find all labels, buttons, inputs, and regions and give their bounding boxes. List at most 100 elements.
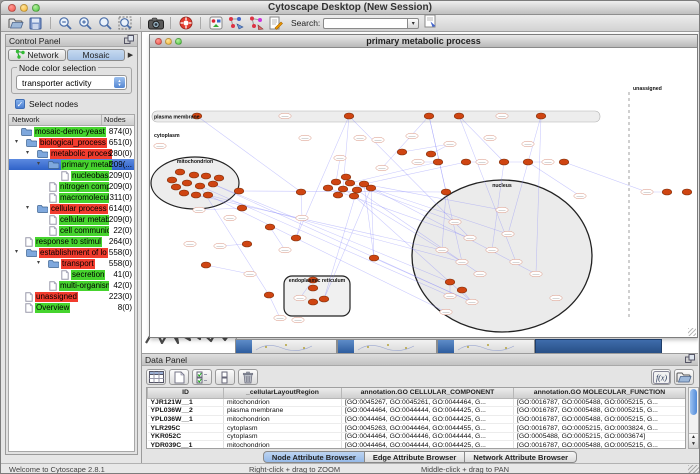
network-node[interactable]: [237, 205, 247, 211]
minimized-window[interactable]: [535, 339, 662, 353]
network-node[interactable]: [224, 215, 236, 221]
new-attribute-icon[interactable]: [169, 369, 189, 385]
network-node[interactable]: [344, 113, 354, 119]
node-color-dropdown[interactable]: transporter activity ▲▼: [16, 75, 127, 90]
destroy-view-icon[interactable]: [247, 16, 264, 31]
tab-node-attribute-browser[interactable]: Node Attribute Browser: [263, 451, 365, 463]
table-row[interactable]: YKR052Ccytoplasm[GO:0044464, GO:0044446,…: [148, 432, 686, 441]
zoom-in-icon[interactable]: [77, 16, 94, 31]
network-node[interactable]: [331, 179, 341, 185]
cell-id[interactable]: YJR121W__1: [148, 398, 224, 407]
attribute-checklist-icon[interactable]: [192, 369, 212, 385]
network-node[interactable]: [574, 193, 586, 199]
cell-value[interactable]: [GO:0045263, GO:0044464, GO:0044455, G..…: [342, 424, 514, 433]
cell-value[interactable]: cytoplasm: [224, 432, 342, 441]
function-builder-icon[interactable]: f(x): [651, 369, 671, 385]
import-attributes-icon[interactable]: [674, 369, 694, 385]
table-row[interactable]: YLR295Ccytoplasm[GO:0045263, GO:0044464,…: [148, 424, 686, 433]
cell-value[interactable]: mitochondrion: [224, 441, 342, 449]
tree-col-nodes[interactable]: Nodes: [102, 115, 134, 125]
network-node[interactable]: [412, 159, 424, 165]
column-header[interactable]: annotation.GO MOLECULAR_FUNCTION: [514, 388, 686, 398]
network-canvas[interactable]: plasma membranecytoplasmmitochondrionnuc…: [150, 48, 697, 337]
network-node[interactable]: [499, 159, 509, 165]
cell-value[interactable]: [GO:0044464, GO:0044446, GO:0044444, G..…: [342, 432, 514, 441]
network-node[interactable]: [292, 317, 304, 323]
tree-row[interactable]: cell communicat22(0): [9, 225, 134, 236]
tree-expand-arrow[interactable]: ▾: [15, 248, 18, 255]
tree-row[interactable]: cellular metabo209(0): [9, 214, 134, 225]
snapshot-icon[interactable]: [147, 16, 164, 31]
network-node[interactable]: [496, 207, 508, 213]
column-header[interactable]: ID: [148, 388, 224, 398]
attribute-list-icon[interactable]: [215, 369, 235, 385]
network-node[interactable]: [341, 174, 351, 180]
cell-value[interactable]: [GO:0016787, GO:0005215, GO:0003824, G..…: [514, 424, 686, 433]
network-node[interactable]: [352, 187, 362, 193]
cell-id[interactable]: YKR052C: [148, 432, 224, 441]
tab-network-attribute-browser[interactable]: Network Attribute Browser: [465, 451, 577, 463]
cell-value[interactable]: [GO:0045267, GO:0045261, GO:0044464, G..…: [342, 398, 514, 407]
table-row[interactable]: YDR039C__1mitochondrion[GO:0044464, GO:0…: [148, 441, 686, 449]
minimized-window[interactable]: [337, 339, 437, 353]
tree-expand-arrow[interactable]: ▾: [37, 259, 40, 266]
zoom-selected-icon[interactable]: [117, 16, 134, 31]
network-node[interactable]: [184, 241, 196, 247]
network-node[interactable]: [338, 186, 348, 192]
tab-mosaic[interactable]: Mosaic: [67, 49, 125, 61]
network-node[interactable]: [502, 231, 514, 237]
network-node[interactable]: [474, 271, 486, 277]
network-node[interactable]: [354, 135, 366, 141]
tab-overflow-arrow[interactable]: ▶: [126, 51, 135, 59]
network-node[interactable]: [376, 165, 388, 171]
search-dropdown-arrow[interactable]: ▾: [407, 18, 419, 29]
network-node[interactable]: [530, 271, 542, 277]
cell-id[interactable]: YLR295C: [148, 424, 224, 433]
network-node[interactable]: [444, 141, 456, 147]
delete-attribute-icon[interactable]: [238, 369, 258, 385]
network-node[interactable]: [426, 151, 436, 157]
annotation-icon[interactable]: [267, 16, 284, 31]
network-node[interactable]: [441, 189, 451, 195]
network-node[interactable]: [510, 259, 522, 265]
float-panel-icon[interactable]: [124, 36, 134, 46]
network-node[interactable]: [397, 149, 407, 155]
network-node[interactable]: [291, 235, 301, 241]
network-node[interactable]: [193, 207, 205, 213]
network-node[interactable]: [550, 295, 562, 301]
tree-row[interactable]: ▾establishment of lo558(0): [9, 247, 134, 258]
search-input[interactable]: [323, 18, 407, 29]
cell-value[interactable]: [GO:0016787, GO:0005488, GO:0005215, G..…: [514, 407, 686, 416]
cell-id[interactable]: YPL036W__2: [148, 407, 224, 416]
network-node[interactable]: [167, 177, 177, 183]
network-node[interactable]: [279, 113, 291, 119]
network-node[interactable]: [201, 173, 211, 179]
network-node[interactable]: [440, 309, 452, 315]
scroll-down-button[interactable]: ▼: [689, 441, 698, 448]
tree-row[interactable]: macromolecule311(0): [9, 192, 134, 203]
network-node[interactable]: [522, 141, 534, 147]
cell-value[interactable]: [GO:0044464, GO:0044444, GO:0044425, G..…: [342, 415, 514, 424]
cell-value[interactable]: [GO:0044464, GO:0044444, GO:0044425, G..…: [342, 441, 514, 449]
network-node[interactable]: [214, 243, 226, 249]
tree-row[interactable]: multi-organism pro42(0): [9, 280, 134, 291]
network-node[interactable]: [242, 241, 252, 247]
float-panel-icon[interactable]: [685, 355, 695, 365]
network-node[interactable]: [154, 143, 166, 149]
network-node[interactable]: [461, 159, 471, 165]
network-node[interactable]: [444, 293, 456, 299]
network-node[interactable]: [191, 192, 201, 198]
table-row[interactable]: YJR121W__1mitochondrion[GO:0045267, GO:0…: [148, 398, 686, 407]
network-node[interactable]: [457, 287, 467, 293]
tree-expand-arrow[interactable]: ▾: [26, 149, 29, 156]
network-node[interactable]: [296, 215, 308, 221]
network-node[interactable]: [195, 183, 205, 189]
network-node[interactable]: [264, 292, 274, 298]
open-file-icon[interactable]: [7, 16, 24, 31]
network-node[interactable]: [323, 185, 333, 191]
scrollbar-thumb[interactable]: [690, 389, 697, 415]
network-node[interactable]: [454, 113, 464, 119]
tree-row[interactable]: response to stimul264(0): [9, 236, 134, 247]
network-node[interactable]: [333, 192, 343, 198]
tree-row[interactable]: ▾cellular process614(0): [9, 203, 134, 214]
